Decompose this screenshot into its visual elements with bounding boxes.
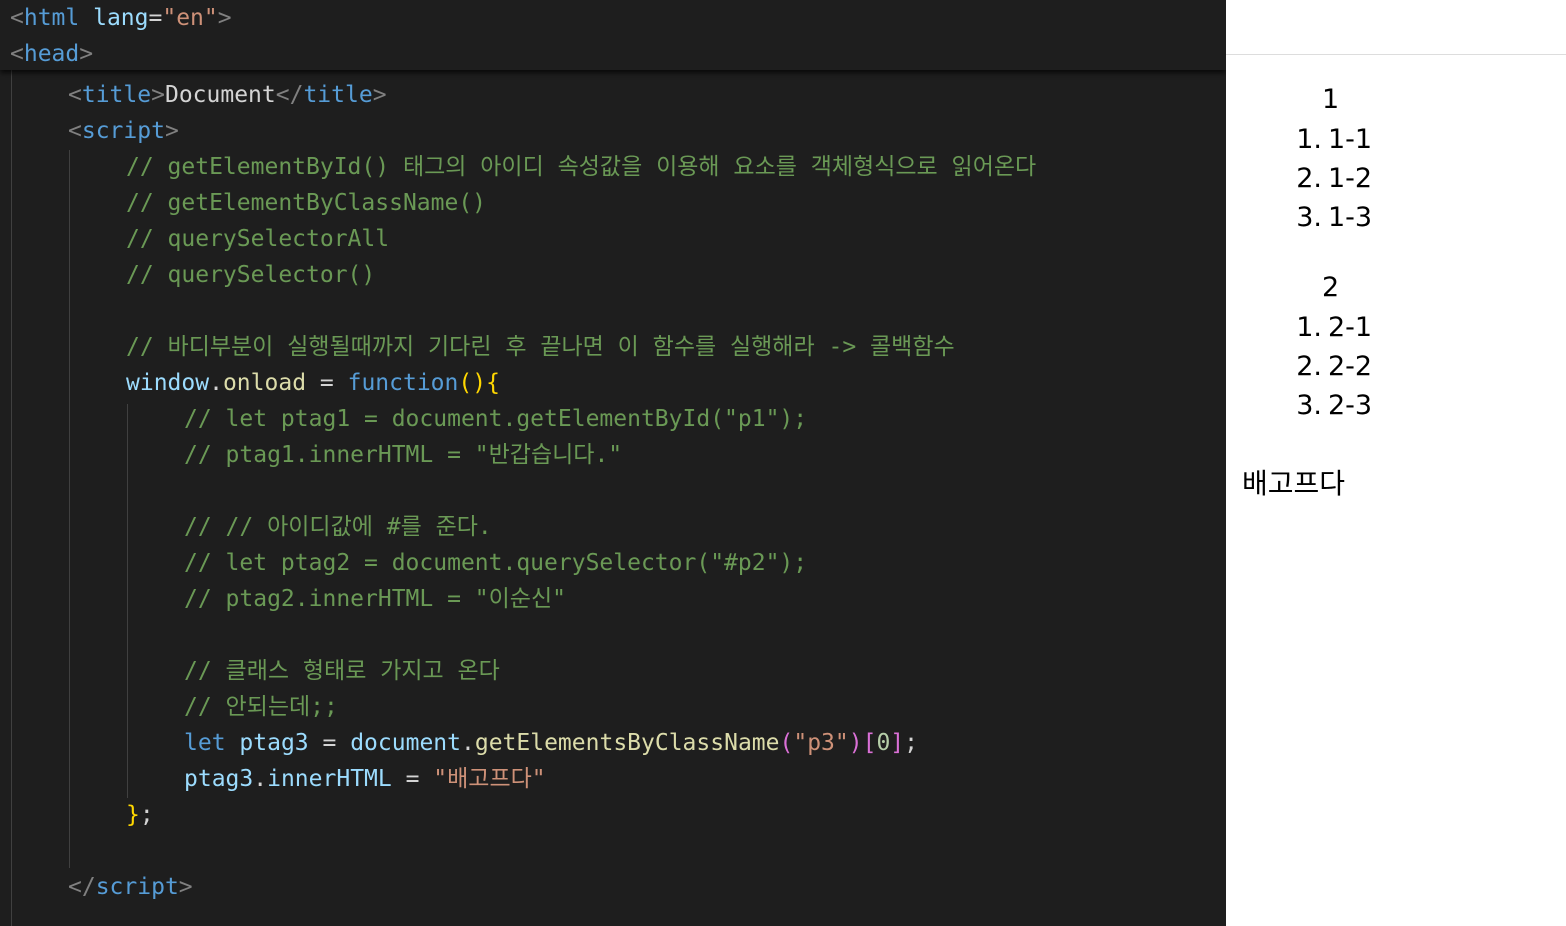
code-line-let-ptag3[interactable]: let ptag3 = document.getElementsByClassN… (0, 725, 1226, 761)
paragraph-p3: 배고프다 (1242, 467, 1346, 500)
preview-divider (1226, 54, 1566, 55)
code-line-empty[interactable] (0, 617, 1226, 653)
code-line-title[interactable]: <title>Document</title> (0, 77, 1226, 113)
browser-preview: 1 1. 1-1 2. 1-2 3. 1-3 2 1. 2-1 2. 2-2 3. 2-3 … (1226, 0, 1566, 926)
code-line-empty[interactable] (0, 293, 1226, 329)
code-body[interactable]: <title>Document</title> <script> // getE… (0, 77, 1226, 905)
list-item: 3. 1-3 (1296, 202, 1373, 233)
code-line-comment[interactable]: // querySelector() (0, 257, 1226, 293)
code-editor[interactable]: <html lang="en"> <head> <title>Document<… (0, 0, 1226, 926)
code-line-comment[interactable]: // getElementById() 태그의 아이디 속성값을 이용해 요소를… (0, 149, 1226, 185)
code-line-window-onload[interactable]: window.onload = function(){ (0, 365, 1226, 401)
code-line-comment[interactable]: // // 아이디값에 #를 준다. (0, 509, 1226, 545)
code-line-comment[interactable]: // 바디부분이 실행될때까지 기다린 후 끝나면 이 함수를 실행해라 -> … (0, 329, 1226, 365)
list-item: 2. 1-2 (1296, 163, 1373, 194)
list-item: 1. 2-1 (1296, 312, 1373, 343)
code-line-script-close[interactable]: </script> (0, 869, 1226, 905)
code-line-close-brace[interactable]: }; (0, 797, 1226, 833)
list-item: 2. 2-2 (1296, 351, 1373, 382)
code-line-comment[interactable]: // let ptag2 = document.querySelector("#… (0, 545, 1226, 581)
html-tag: html (23, 5, 80, 31)
code-line-empty[interactable] (0, 473, 1226, 509)
code-line-innerhtml[interactable]: ptag3.innerHTML = "배고프다" (0, 761, 1226, 797)
lang-value: "en" (162, 5, 218, 31)
list-heading: 1 (1322, 84, 1340, 115)
code-line-comment[interactable]: // let ptag1 = document.getElementById("… (0, 401, 1226, 437)
sticky-scroll-header: <html lang="en"> <head> (0, 0, 1226, 70)
code-line-comment[interactable]: // 안되는데;; (0, 689, 1226, 725)
code-line-html[interactable]: <html lang="en"> (0, 0, 1226, 36)
list-item: 3. 2-3 (1296, 390, 1373, 421)
list-heading: 2 (1322, 272, 1340, 303)
code-line-comment[interactable]: // 클래스 형태로 가지고 온다 (0, 653, 1226, 689)
code-line-comment[interactable]: // getElementByClassName() (0, 185, 1226, 221)
code-line-empty[interactable] (0, 833, 1226, 869)
code-line-comment[interactable]: // ptag1.innerHTML = "반갑습니다." (0, 437, 1226, 473)
code-line-head[interactable]: <head> (0, 36, 1226, 72)
code-line-comment[interactable]: // ptag2.innerHTML = "이순신" (0, 581, 1226, 617)
lang-attribute: lang (93, 5, 149, 31)
code-line-comment[interactable]: // querySelectorAll (0, 221, 1226, 257)
code-line-script-open[interactable]: <script> (0, 113, 1226, 149)
list-item: 1. 1-1 (1296, 124, 1373, 155)
head-tag: head (23, 41, 80, 67)
title-text: Document (164, 82, 276, 108)
